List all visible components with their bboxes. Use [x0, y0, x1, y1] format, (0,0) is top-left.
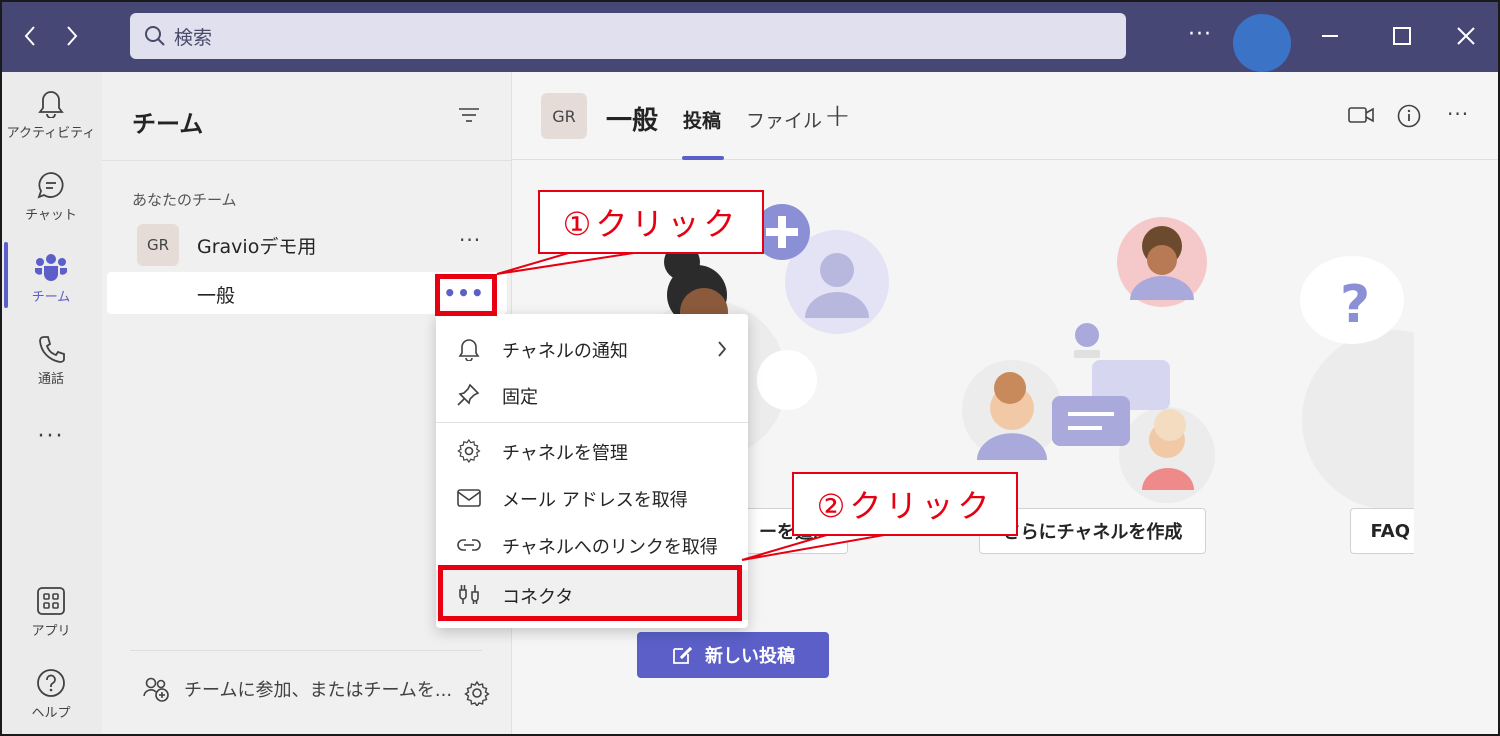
rail-label-apps: アプリ: [31, 624, 71, 639]
menu-item-pin[interactable]: 固定: [436, 372, 748, 418]
rail-item-activity[interactable]: アクティビティ: [0, 88, 102, 158]
info-button[interactable]: [1397, 104, 1421, 132]
user-avatar[interactable]: [1233, 14, 1291, 72]
video-icon: [1348, 107, 1374, 123]
gear-icon: [457, 439, 481, 463]
menu-label-link: チャネルへのリンクを取得: [502, 537, 718, 558]
active-tab-indicator: [682, 156, 724, 160]
rail-item-help[interactable]: ヘルプ: [0, 668, 102, 736]
search-icon: [145, 26, 165, 46]
menu-item-link[interactable]: チャネルへのリンクを取得: [436, 522, 748, 568]
close-button[interactable]: [1452, 22, 1480, 50]
menu-label-pin: 固定: [502, 387, 538, 408]
link-icon: [457, 539, 481, 551]
menu-item-email[interactable]: メール アドレスを取得: [436, 475, 748, 521]
rail-item-apps[interactable]: アプリ: [0, 586, 102, 656]
panel-bottom-divider: [130, 650, 482, 651]
chevron-right-icon: [718, 341, 727, 357]
search-placeholder: 検索: [174, 26, 213, 49]
back-button[interactable]: [16, 22, 44, 50]
join-team-text: チームに参加、またはチームを...: [184, 680, 453, 701]
channel-title: 一般: [606, 106, 659, 136]
section-label: あなたのチーム: [132, 191, 237, 209]
mail-icon: [457, 489, 481, 507]
channel-name: 一般: [197, 285, 236, 307]
chevron-left-icon: [24, 26, 35, 46]
header-more-button[interactable]: ···: [1447, 102, 1469, 126]
faq-button[interactable]: FAQ: [1350, 508, 1414, 554]
team-row[interactable]: GR Gravioデモ用 ···: [107, 224, 507, 268]
more-icon: ···: [37, 424, 65, 449]
tab-files[interactable]: ファイル: [746, 106, 822, 133]
rail-label-help: ヘルプ: [31, 706, 71, 721]
rail-item-chat[interactable]: チャット: [0, 170, 102, 240]
minimize-icon: [1322, 35, 1338, 37]
tab-posts[interactable]: 投稿: [683, 106, 721, 133]
bell-icon: [38, 91, 64, 118]
team-more-button[interactable]: ···: [459, 228, 481, 252]
content-clip: [1414, 200, 1500, 600]
forward-button[interactable]: [58, 22, 86, 50]
filter-button[interactable]: [458, 106, 480, 128]
menu-label-notifications: チャネルの通知: [502, 341, 628, 362]
search-input[interactable]: 検索: [130, 13, 1126, 59]
channel-header: GR 一般 投稿 ファイル + ···: [512, 72, 1500, 160]
menu-label-email: メール アドレスを取得: [502, 490, 688, 511]
teams-icon: [35, 254, 67, 281]
new-post-label: 新しい投稿: [705, 646, 795, 667]
svg-text:?: ?: [1340, 275, 1370, 335]
title-bar: 検索 ···: [0, 0, 1500, 72]
compose-icon: [673, 646, 693, 664]
menu-item-manage-channel[interactable]: チャネルを管理: [436, 428, 748, 474]
rail-item-calls[interactable]: 通話: [0, 334, 102, 404]
manage-teams-button[interactable]: [464, 680, 490, 710]
menu-item-notifications[interactable]: チャネルの通知: [436, 326, 748, 372]
phone-icon: [39, 336, 65, 363]
close-icon: [1457, 27, 1475, 45]
gear-icon: [464, 680, 490, 708]
new-post-button[interactable]: 新しい投稿: [637, 632, 829, 678]
pin-icon: [457, 383, 480, 406]
maximize-button[interactable]: [1388, 22, 1416, 50]
app-rail: アクティビティ チャット チーム 通話 ··· アプリ ヘルプ: [0, 72, 102, 736]
apps-icon: [37, 587, 65, 615]
chat-icon: [37, 172, 64, 199]
video-call-button[interactable]: [1348, 104, 1374, 130]
team-avatar: GR: [137, 224, 179, 266]
menu-separator: [436, 422, 748, 423]
rail-label-teams: チーム: [31, 290, 71, 305]
help-icon: [37, 669, 65, 697]
maximize-icon: [1393, 27, 1411, 45]
highlight-box-more: [435, 274, 497, 316]
add-tab-button[interactable]: +: [824, 96, 851, 134]
team-name: Gravioデモ用: [197, 236, 317, 258]
titlebar-more-button[interactable]: ···: [1188, 22, 1212, 47]
bell-icon: [458, 339, 480, 361]
join-team-link[interactable]: チームに参加、またはチームを...: [142, 676, 452, 702]
panel-divider: [102, 160, 512, 161]
rail-item-more[interactable]: ···: [0, 424, 102, 494]
rail-label-activity: アクティビティ: [6, 126, 96, 141]
filter-icon: [459, 108, 479, 122]
info-icon: [1397, 104, 1421, 128]
rail-label-calls: 通話: [37, 372, 64, 387]
callout-step2: ②クリック: [792, 472, 1018, 536]
highlight-box-connectors: [438, 565, 742, 621]
rail-item-teams[interactable]: チーム: [0, 252, 102, 322]
add-people-icon: [143, 677, 169, 702]
channel-avatar: GR: [541, 93, 587, 139]
panel-title: チーム: [132, 110, 204, 138]
menu-label-manage-channel: チャネルを管理: [502, 443, 628, 464]
minimize-button[interactable]: [1316, 22, 1344, 50]
callout-step1: ①クリック: [538, 190, 764, 254]
rail-label-chat: チャット: [25, 208, 77, 223]
chevron-right-icon: [67, 26, 78, 46]
